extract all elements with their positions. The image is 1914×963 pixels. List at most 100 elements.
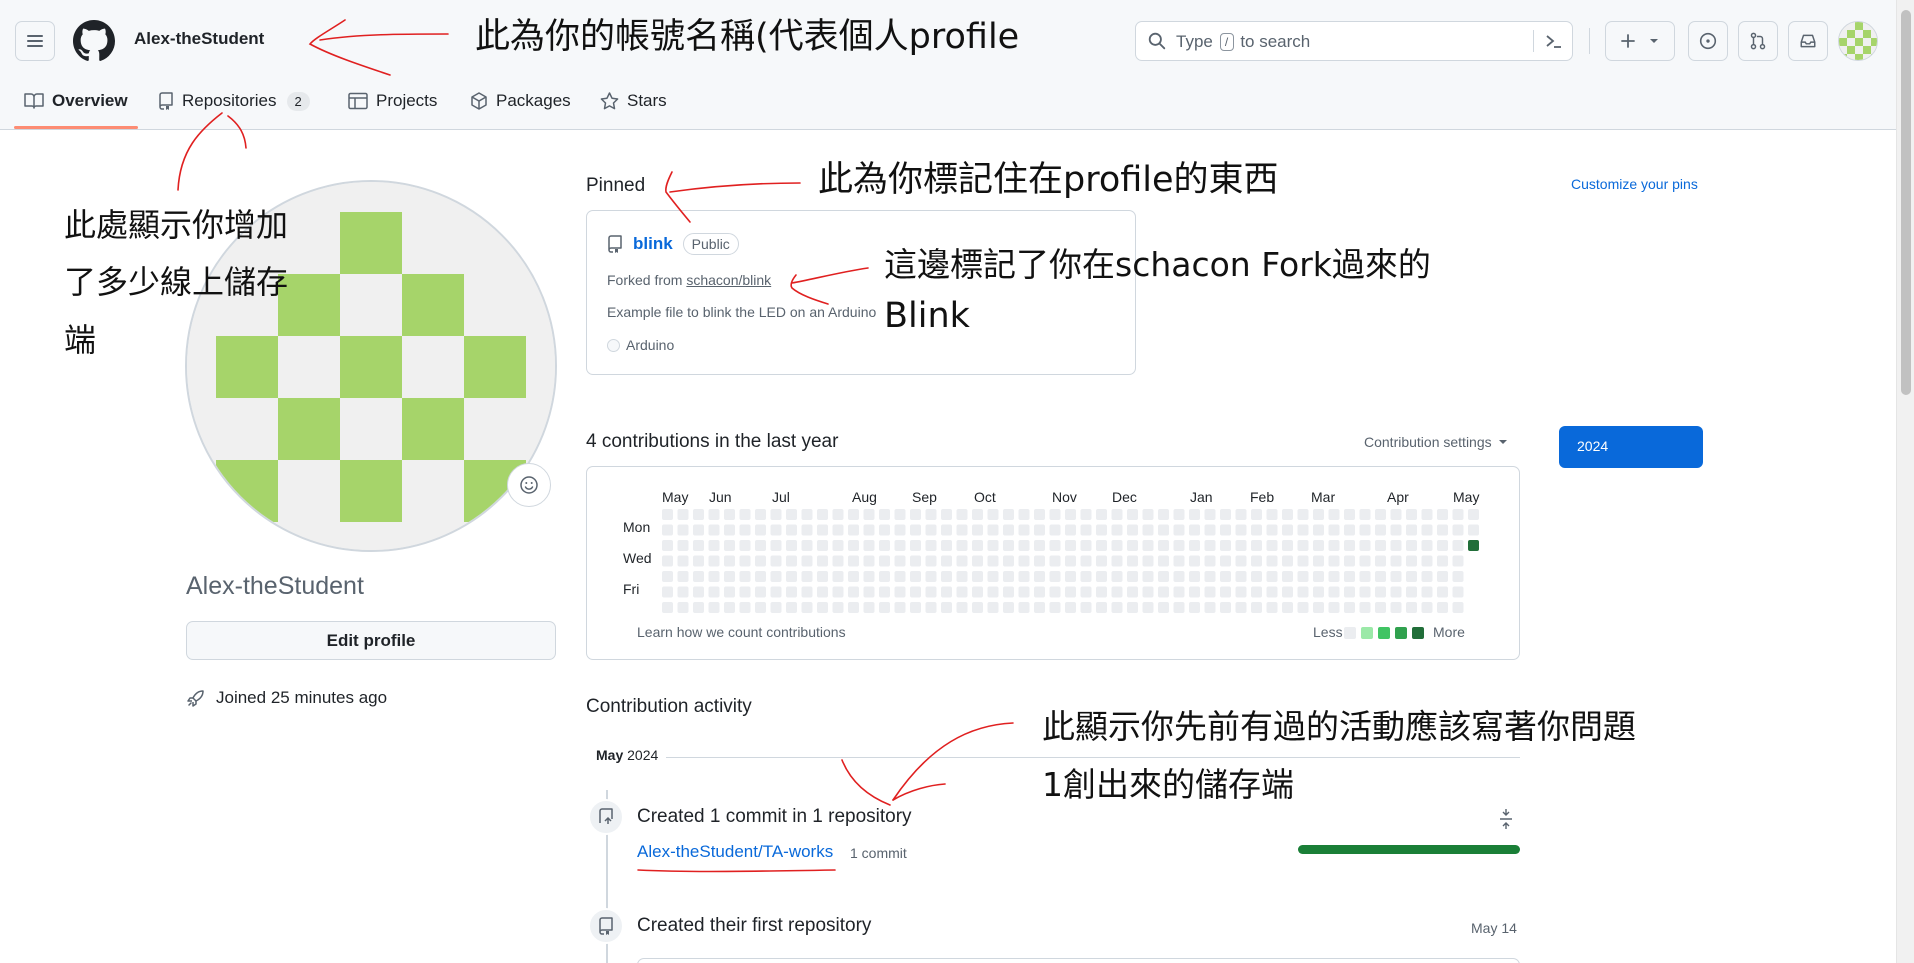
contribution-cell[interactable]	[1003, 602, 1014, 613]
contribution-cell[interactable]	[894, 555, 906, 567]
contribution-cell[interactable]	[1080, 571, 1092, 582]
contribution-cell[interactable]	[662, 555, 673, 567]
contribution-cell[interactable]	[786, 602, 797, 613]
contribution-cell[interactable]	[770, 555, 782, 567]
contribution-cell[interactable]	[817, 540, 828, 551]
contribution-cell[interactable]	[1437, 586, 1448, 598]
contribution-cell[interactable]	[972, 540, 983, 551]
contribution-cell[interactable]	[693, 602, 704, 613]
contribution-cell[interactable]	[1421, 586, 1433, 598]
user-avatar-menu[interactable]	[1838, 21, 1878, 61]
contribution-cell[interactable]	[1344, 571, 1355, 582]
contribution-cell[interactable]	[739, 602, 751, 613]
contribution-cell[interactable]	[910, 509, 921, 520]
contribution-cell[interactable]	[1158, 555, 1169, 567]
contribution-cell[interactable]	[677, 524, 689, 536]
contribution-cell[interactable]	[1096, 555, 1107, 567]
contribution-cell[interactable]	[1018, 602, 1030, 613]
contribution-cell[interactable]	[1251, 555, 1262, 567]
contribution-cell[interactable]	[1003, 524, 1014, 536]
contribution-cell[interactable]	[770, 524, 782, 536]
contribution-cell[interactable]	[925, 571, 937, 582]
contribution-cell[interactable]	[1173, 555, 1185, 567]
contribution-cell[interactable]	[1220, 524, 1231, 536]
contribution-cell[interactable]	[1173, 509, 1185, 520]
contribution-cell[interactable]	[879, 571, 890, 582]
contribution-cell[interactable]	[956, 540, 968, 551]
contribution-cell[interactable]	[1065, 555, 1076, 567]
contribution-cell[interactable]	[1359, 571, 1371, 582]
contribution-cell[interactable]	[724, 571, 735, 582]
contribution-cell[interactable]	[863, 540, 875, 551]
contribution-cell[interactable]	[832, 602, 844, 613]
contribution-cell[interactable]	[832, 555, 844, 567]
contribution-cell[interactable]	[662, 540, 673, 551]
contribution-cell[interactable]	[1018, 540, 1030, 551]
contribution-cell[interactable]	[1251, 509, 1262, 520]
contribution-cell[interactable]	[677, 586, 689, 598]
contribution-cell[interactable]	[832, 571, 844, 582]
contribution-cell[interactable]	[879, 524, 890, 536]
contribution-cell[interactable]	[972, 586, 983, 598]
contribution-cell[interactable]	[848, 509, 859, 520]
contribution-cell[interactable]	[987, 509, 999, 520]
contribution-cell[interactable]	[1297, 586, 1309, 598]
contribution-cell[interactable]	[1158, 524, 1169, 536]
contribution-cell[interactable]	[894, 524, 906, 536]
contribution-cell[interactable]	[1437, 555, 1448, 567]
contribution-settings-dropdown[interactable]: Contribution settings	[1364, 434, 1508, 450]
contribution-cell[interactable]	[1096, 509, 1107, 520]
contribution-cell[interactable]	[972, 571, 983, 582]
contribution-cell[interactable]	[910, 586, 921, 598]
contribution-cell[interactable]	[894, 509, 906, 520]
year-2024-button[interactable]: 2024	[1559, 426, 1703, 468]
contribution-cell[interactable]	[987, 586, 999, 598]
contribution-cell[interactable]	[1158, 602, 1169, 613]
contribution-cell[interactable]	[1204, 555, 1216, 567]
contribution-cell[interactable]	[1096, 586, 1107, 598]
contribution-cell[interactable]	[1142, 571, 1154, 582]
contribution-cell[interactable]	[1003, 540, 1014, 551]
contribution-cell[interactable]	[1189, 602, 1200, 613]
contribution-cell[interactable]	[1375, 524, 1386, 536]
contribution-cell[interactable]	[801, 509, 813, 520]
contribution-cell[interactable]	[1204, 602, 1216, 613]
contribution-cell[interactable]	[1375, 555, 1386, 567]
edit-profile-button[interactable]: Edit profile	[186, 621, 556, 660]
contribution-cell[interactable]	[739, 571, 751, 582]
contribution-cell[interactable]	[708, 555, 720, 567]
contribution-cell[interactable]	[910, 524, 921, 536]
contribution-cell[interactable]	[1049, 571, 1061, 582]
contribution-cell[interactable]	[1142, 555, 1154, 567]
contribution-cell[interactable]	[1359, 540, 1371, 551]
contribution-cell[interactable]	[1204, 524, 1216, 536]
contribution-cell[interactable]	[1220, 509, 1231, 520]
contribution-cell[interactable]	[1359, 602, 1371, 613]
contribution-cell[interactable]	[739, 509, 751, 520]
contribution-cell[interactable]	[1313, 571, 1324, 582]
contribution-cell[interactable]	[786, 509, 797, 520]
contribution-cell[interactable]	[848, 571, 859, 582]
activity-repo-link[interactable]: Alex-theStudent/TA-works	[637, 842, 833, 862]
contribution-cell[interactable]	[894, 602, 906, 613]
contribution-cell[interactable]	[1034, 509, 1045, 520]
contribution-cell[interactable]	[1003, 555, 1014, 567]
contribution-cell[interactable]	[817, 586, 828, 598]
contribution-cell[interactable]	[1034, 571, 1045, 582]
contribution-cell[interactable]	[1251, 524, 1262, 536]
contribution-cell[interactable]	[879, 509, 890, 520]
contribution-cell[interactable]	[1406, 571, 1417, 582]
forked-source-link[interactable]: schacon/blink	[686, 272, 771, 288]
contribution-cell[interactable]	[1282, 524, 1293, 536]
contribution-cell[interactable]	[1297, 555, 1309, 567]
contribution-cell[interactable]	[1158, 571, 1169, 582]
contribution-cell[interactable]	[1359, 586, 1371, 598]
contribution-cell[interactable]	[1297, 602, 1309, 613]
contribution-cell[interactable]	[1111, 555, 1123, 567]
contribution-cell[interactable]	[1282, 571, 1293, 582]
contribution-cell[interactable]	[879, 555, 890, 567]
contribution-cell[interactable]	[941, 540, 952, 551]
contribution-cell[interactable]	[956, 555, 968, 567]
contribution-cell[interactable]	[1235, 602, 1247, 613]
contribution-cell[interactable]	[724, 509, 735, 520]
